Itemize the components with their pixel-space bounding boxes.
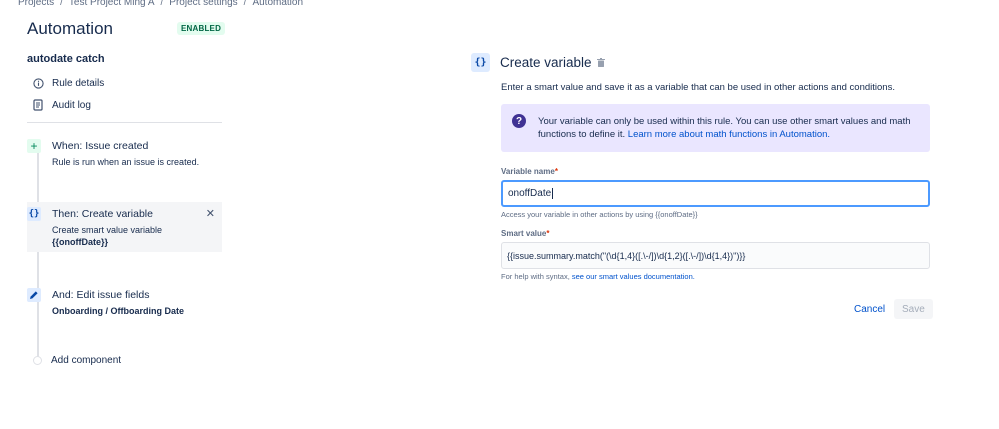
- document-icon: [31, 98, 45, 112]
- add-component-button[interactable]: Add component: [33, 355, 121, 366]
- smart-value-label: Smart value*: [501, 229, 550, 238]
- add-circle-icon: [33, 356, 42, 365]
- breadcrumb-automation[interactable]: Automation: [252, 0, 303, 8]
- breadcrumb-separator: /: [243, 0, 247, 8]
- rule-name: autodate catch: [27, 53, 105, 65]
- plus-icon: +: [27, 139, 41, 153]
- info-message: ? Your variable can only be used within …: [501, 104, 930, 152]
- breadcrumb-project[interactable]: Test Project Ming A: [69, 0, 155, 8]
- close-icon[interactable]: ✕: [206, 207, 215, 220]
- text-caret: [552, 188, 554, 199]
- smart-values-docs-link[interactable]: see our smart values documentation.: [572, 272, 695, 281]
- trigger-label: When: Issue created: [52, 140, 149, 152]
- save-button[interactable]: Save: [894, 299, 933, 319]
- action1-description-line1: Create smart value variable: [52, 225, 163, 235]
- action2-description: Onboarding / Offboarding Date: [52, 306, 184, 316]
- nav-audit-log[interactable]: Audit log: [31, 97, 91, 113]
- nav-rule-details[interactable]: Rule details: [31, 75, 104, 91]
- variable-name-input[interactable]: onoffDate: [501, 180, 930, 207]
- smart-value-input[interactable]: {{issue.summary.match("(\d{1,4}([.\-/])\…: [501, 242, 930, 269]
- action1-variable-name: {{onoffDate}}: [52, 237, 109, 247]
- component-create-variable[interactable]: {} Then: Create variable Create smart va…: [27, 202, 222, 252]
- status-badge: ENABLED: [177, 22, 226, 35]
- panel-title: Create variable: [500, 55, 592, 70]
- panel-subtitle: Enter a smart value and save it as a var…: [501, 82, 895, 93]
- breadcrumb-project-settings[interactable]: Project settings: [169, 0, 237, 8]
- nav-audit-log-label: Audit log: [52, 99, 91, 111]
- action1-description: Create smart value variable {{onoffDate}…: [52, 224, 222, 248]
- breadcrumb-separator: /: [160, 0, 164, 8]
- breadcrumb-separator: /: [60, 0, 63, 8]
- variable-name-value: onoffDate: [508, 188, 552, 199]
- add-component-label: Add component: [51, 355, 122, 366]
- pencil-icon: [27, 288, 41, 302]
- action2-label: And: Edit issue fields: [52, 289, 150, 301]
- breadcrumb: Projects / Test Project Ming A / Project set…: [18, 0, 303, 8]
- trash-icon[interactable]: [597, 58, 605, 70]
- variable-name-help: Access your variable in other actions by…: [501, 210, 698, 219]
- action1-label: Then: Create variable: [52, 208, 153, 220]
- braces-icon: {}: [471, 53, 490, 72]
- info-icon: [31, 76, 45, 90]
- component-edit-issue-fields[interactable]: And: Edit issue fields Onboarding / Offb…: [27, 288, 222, 317]
- breadcrumb-projects[interactable]: Projects: [18, 0, 54, 8]
- page-title: Automation: [27, 19, 113, 38]
- variable-name-label: Variable name*: [501, 167, 558, 176]
- component-trigger[interactable]: + When: Issue created Rule is run when a…: [27, 139, 222, 168]
- nav-rule-details-label: Rule details: [52, 77, 105, 89]
- braces-icon: {}: [27, 207, 41, 221]
- trigger-description: Rule is run when an issue is created.: [52, 157, 200, 167]
- smart-value-value: {{issue.summary.match("(\d{1,4}([.\-/])\…: [507, 250, 746, 261]
- math-functions-link[interactable]: Learn more about math functions in Autom…: [628, 129, 830, 140]
- question-icon: ?: [512, 114, 526, 128]
- cancel-button[interactable]: Cancel: [848, 300, 891, 318]
- timeline-line: [37, 150, 39, 360]
- divider: [27, 122, 222, 123]
- smart-value-help: For help with syntax, see our smart valu…: [501, 272, 695, 281]
